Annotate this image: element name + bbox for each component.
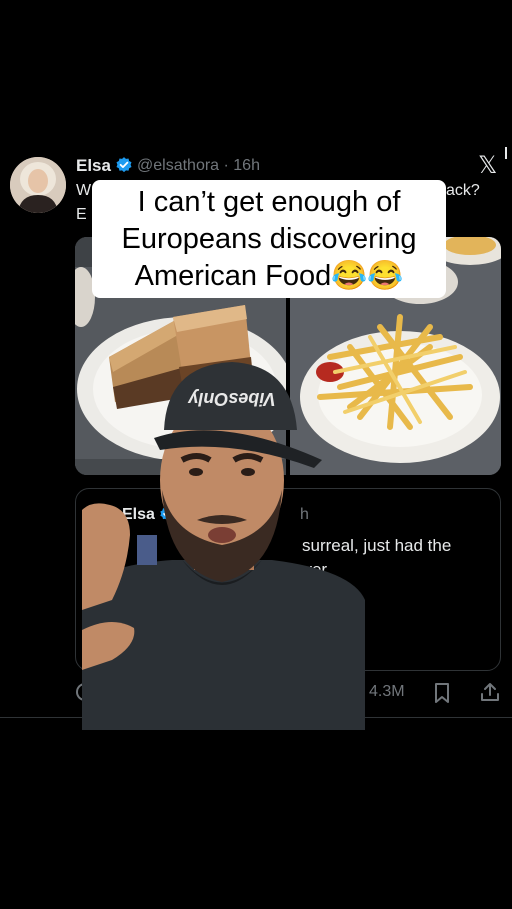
cursor-bar — [505, 147, 507, 159]
x-logo-icon[interactable]: 𝕏 — [478, 151, 497, 179]
author-name[interactable]: Elsa — [76, 156, 111, 176]
caption-line: I can’t get enough of — [137, 186, 401, 218]
verified-badge-icon — [116, 157, 132, 173]
view-count[interactable]: 4.3M — [369, 683, 405, 701]
bookmark-icon[interactable] — [432, 682, 452, 704]
tweet-text-fragment: ack? — [446, 182, 480, 199]
person-figure: VibesOnly — [82, 362, 365, 730]
tweet-text-fragment: E — [76, 206, 87, 223]
creator-video-overlay: VibesOnly — [82, 360, 365, 730]
caption-line: American Food😂😂 — [134, 260, 404, 292]
author-avatar[interactable] — [10, 157, 66, 213]
share-icon[interactable] — [479, 681, 501, 703]
author-handle-time[interactable]: @elsathora · 16h — [137, 157, 260, 175]
cap-logo: VibesOnly — [187, 389, 275, 409]
tweet-text-fragment: W — [76, 182, 92, 199]
avatar-image — [10, 157, 66, 213]
caption-line: Europeans discovering — [121, 223, 417, 255]
video-caption: I can’t get enough of Europeans discover… — [92, 180, 446, 298]
